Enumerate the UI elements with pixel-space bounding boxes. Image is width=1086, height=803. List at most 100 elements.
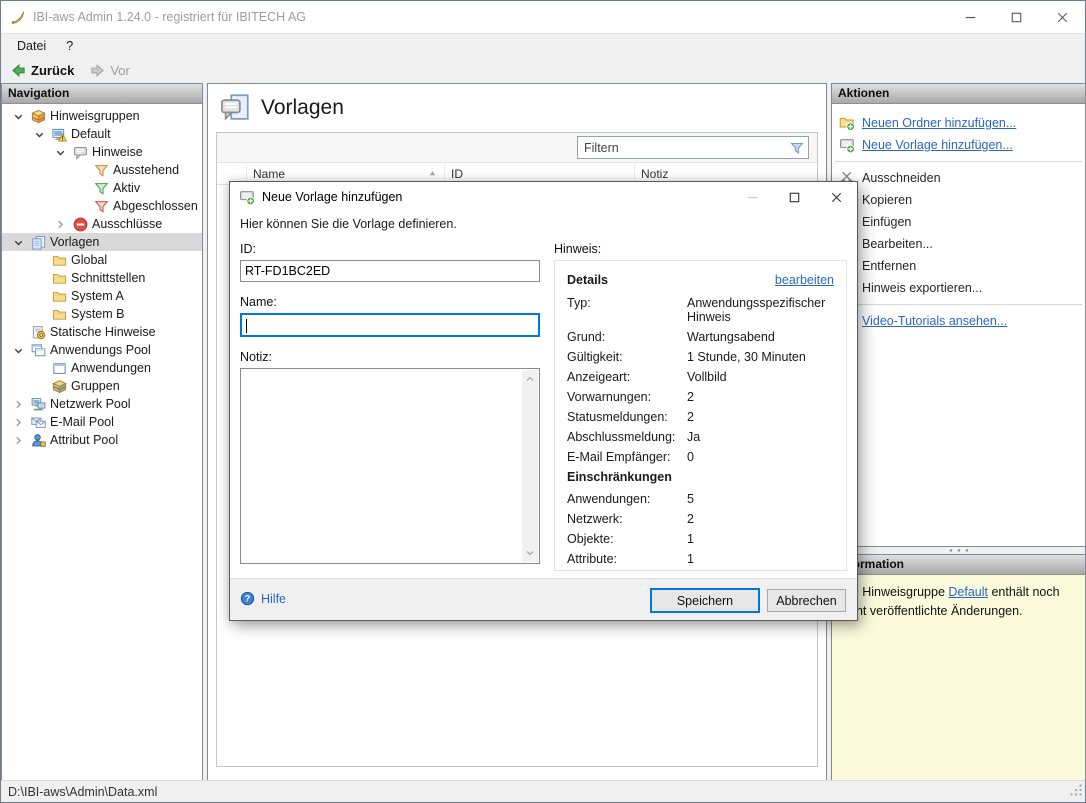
nav-item-label: Anwendungen [71, 361, 151, 375]
template-add-icon [839, 137, 855, 153]
action-neue-vorlage-hinzufügen[interactable]: Neue Vorlage hinzufügen... [832, 134, 1085, 156]
dialog-maximize-button[interactable] [773, 182, 815, 212]
nav-item-netzwerk-pool[interactable]: Netzwerk Pool [2, 395, 202, 413]
detail-row-attribute: Attribute:1 [567, 552, 834, 566]
nav-item-label: Netzwerk Pool [50, 397, 131, 411]
bearbeiten-link[interactable]: bearbeiten [775, 273, 834, 287]
save-button[interactable]: Speichern [650, 588, 760, 613]
svg-text:?: ? [245, 594, 250, 604]
nav-item-ausstehend[interactable]: Ausstehend [2, 161, 202, 179]
menu-item-help[interactable]: ? [56, 34, 83, 57]
chevron-down-icon[interactable] [11, 110, 26, 123]
detail-row-anwendungen: Anwendungen:5 [567, 492, 834, 506]
nav-item-system-b[interactable]: System B [2, 305, 202, 323]
maximize-icon [787, 190, 802, 205]
chevron-down-icon[interactable] [11, 236, 26, 249]
note-textarea[interactable] [240, 368, 540, 564]
speech-bubble-icon [73, 145, 88, 160]
grip-dots-icon [948, 548, 970, 553]
detail-row-typ: Typ:Anwendungsspezifischer Hinweis [567, 296, 834, 324]
nav-item-label: Hinweisgruppen [50, 109, 140, 123]
chevron-down-icon[interactable] [32, 128, 47, 141]
action-einfügen[interactable]: Einfügen [832, 211, 1085, 233]
help-link[interactable]: ? Hilfe [240, 591, 286, 606]
nav-item-global[interactable]: Global [2, 251, 202, 269]
action-video-tutorials-ansehen[interactable]: Video-Tutorials ansehen... [832, 310, 1085, 332]
page-header: Vorlagen [208, 84, 826, 132]
forward-button[interactable]: Vor [85, 63, 135, 78]
app-logo-icon [10, 9, 26, 25]
templates-icon [31, 235, 46, 250]
scroll-up-icon[interactable] [524, 373, 536, 385]
scroll-down-icon[interactable] [524, 547, 536, 559]
splitter-grip[interactable] [831, 547, 1086, 554]
chevron-down-icon[interactable] [53, 146, 68, 159]
navigation-tree: Hinweisgruppen Default Hinweise Ausstehend A… [2, 104, 202, 449]
information-header: Information [832, 555, 1085, 575]
minimize-button[interactable] [947, 1, 993, 33]
nav-item-default[interactable]: Default [2, 125, 202, 143]
action-label: Ausschneiden [862, 171, 941, 185]
chevron-right-icon[interactable] [11, 434, 26, 447]
cancel-button[interactable]: Abbrechen [767, 589, 846, 612]
detail-row-vorwarnungen: Vorwarnungen:2 [567, 390, 834, 404]
nav-item-label: Global [71, 253, 107, 267]
action-kopieren[interactable]: Kopieren [832, 189, 1085, 211]
nav-item-label: Hinweise [92, 145, 143, 159]
nav-item-attribut-pool[interactable]: Attribut Pool [2, 431, 202, 449]
resize-grip-icon [1070, 784, 1083, 797]
nav-item-e-mail-pool[interactable]: E-Mail Pool [2, 413, 202, 431]
nav-item-label: System A [71, 289, 124, 303]
action-ausschneiden[interactable]: Ausschneiden [832, 167, 1085, 189]
actions-list: Neuen Ordner hinzufügen...Neue Vorlage h… [832, 104, 1085, 332]
filter-box [577, 136, 809, 159]
nav-item-aktiv[interactable]: Aktiv [2, 179, 202, 197]
sort-asc-icon [427, 168, 438, 179]
minimize-icon [963, 10, 978, 25]
nav-item-anwendungs-pool[interactable]: Anwendungs Pool [2, 341, 202, 359]
dialog-close-button[interactable] [815, 182, 857, 212]
back-button[interactable]: Zurück [6, 63, 79, 78]
chevron-right-icon[interactable] [53, 218, 68, 231]
new-template-dialog: Neue Vorlage hinzufügen Hier können Sie … [229, 181, 858, 621]
action-bearbeiten[interactable]: Bearbeiten... [832, 233, 1085, 255]
nav-item-abgeschlossen[interactable]: Abgeschlossen [2, 197, 202, 215]
nav-item-system-a[interactable]: System A [2, 287, 202, 305]
nav-item-anwendungen[interactable]: Anwendungen [2, 359, 202, 377]
nav-item-hinweisgruppen[interactable]: Hinweisgruppen [2, 107, 202, 125]
nav-item-statische-hinweise[interactable]: Statische Hinweise [2, 323, 202, 341]
details-head: Details bearbeiten [567, 273, 834, 287]
action-entfernen[interactable]: Entfernen [832, 255, 1085, 277]
folder-icon [52, 253, 67, 268]
nav-item-vorlagen[interactable]: Vorlagen [2, 233, 202, 251]
text-caret [246, 319, 247, 333]
filter-input[interactable] [578, 141, 786, 155]
chevron-down-icon[interactable] [11, 344, 26, 357]
mail-pool-icon [31, 415, 46, 430]
id-input[interactable] [240, 260, 540, 282]
maximize-button[interactable] [993, 1, 1039, 33]
filter-funnel-icon[interactable] [786, 141, 808, 155]
status-path: D:\IBI-aws\Admin\Data.xml [8, 785, 157, 799]
menu-item-datei[interactable]: Datei [7, 34, 56, 57]
nav-item-label: Schnittstellen [71, 271, 145, 285]
window-icon [52, 361, 67, 376]
vorlagen-page-icon [220, 93, 250, 123]
action-neuen-ordner-hinzufügen[interactable]: Neuen Ordner hinzufügen... [832, 112, 1085, 134]
statusbar: D:\IBI-aws\Admin\Data.xml [1, 780, 1085, 802]
action-hinweis-exportieren[interactable]: Hinweis exportieren... [832, 277, 1085, 299]
nav-item-schnittstellen[interactable]: Schnittstellen [2, 269, 202, 287]
close-button[interactable] [1039, 1, 1085, 33]
name-input[interactable] [240, 313, 540, 337]
folder-icon [52, 271, 67, 286]
nav-item-ausschlüsse[interactable]: Ausschlüsse [2, 215, 202, 233]
nav-item-gruppen[interactable]: Gruppen [2, 377, 202, 395]
nav-item-hinweise[interactable]: Hinweise [2, 143, 202, 161]
chevron-right-icon[interactable] [11, 398, 26, 411]
action-label: Bearbeiten... [862, 237, 933, 251]
note-scrollbar[interactable] [522, 370, 538, 562]
nav-item-label: Ausstehend [113, 163, 179, 177]
resize-grip[interactable] [1070, 784, 1083, 800]
default-group-link[interactable]: Default [948, 585, 988, 599]
chevron-right-icon[interactable] [11, 416, 26, 429]
